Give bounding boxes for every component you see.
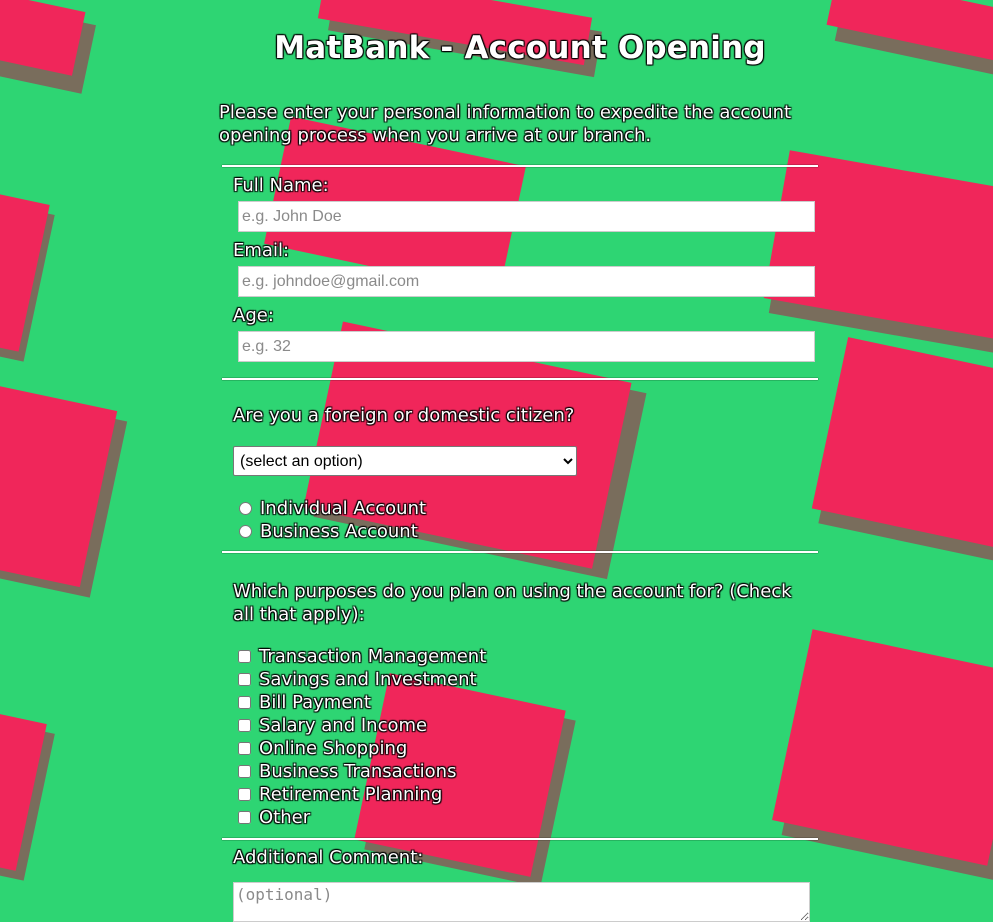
account-type-individual[interactable]: Individual Account (236, 497, 426, 520)
divider (222, 551, 818, 553)
account-opening-form: MatBank - Account Opening Please enter y… (0, 0, 993, 922)
purpose-checkbox[interactable] (238, 696, 251, 709)
divider (222, 378, 818, 380)
business-account-label: Business Account (260, 521, 418, 542)
purpose-transaction-management[interactable]: Transaction Management (235, 645, 486, 668)
purpose-retirement-planning[interactable]: Retirement Planning (235, 783, 442, 806)
purpose-checkbox[interactable] (238, 650, 251, 663)
full-name-input[interactable] (238, 201, 815, 232)
citizenship-select[interactable]: (select an option) (233, 446, 577, 476)
purpose-business-transactions[interactable]: Business Transactions (235, 760, 456, 783)
email-label: Email: (233, 240, 290, 261)
purposes-question: Which purposes do you plan on using the … (233, 581, 792, 625)
purpose-label: Salary and Income (259, 715, 428, 736)
purpose-online-shopping[interactable]: Online Shopping (235, 737, 407, 760)
purpose-checkbox[interactable] (238, 765, 251, 778)
divider (222, 165, 818, 167)
age-input[interactable] (238, 331, 815, 362)
purpose-label: Other (259, 807, 311, 828)
page-title: MatBank - Account Opening (274, 30, 766, 66)
purpose-checkbox[interactable] (238, 742, 251, 755)
individual-account-label: Individual Account (260, 498, 427, 519)
purpose-label: Retirement Planning (259, 784, 443, 805)
individual-account-radio[interactable] (239, 502, 252, 515)
citizenship-question: Are you a foreign or domestic citizen? (233, 405, 575, 426)
divider (222, 838, 818, 840)
purpose-label: Online Shopping (259, 738, 408, 759)
business-account-radio[interactable] (239, 525, 252, 538)
additional-comment-label: Additional Comment: (233, 847, 424, 868)
age-label: Age: (233, 305, 274, 326)
additional-comment-textarea[interactable] (233, 882, 810, 922)
purpose-other[interactable]: Other (235, 806, 310, 829)
purpose-label: Bill Payment (259, 692, 371, 713)
purpose-checkbox[interactable] (238, 811, 251, 824)
purpose-bill-payment[interactable]: Bill Payment (235, 691, 371, 714)
purpose-savings-and-investment[interactable]: Savings and Investment (235, 668, 477, 691)
account-type-business[interactable]: Business Account (236, 520, 418, 543)
intro-text: Please enter your personal information t… (219, 102, 792, 146)
full-name-label: Full Name: (233, 175, 329, 196)
purpose-checkbox[interactable] (238, 788, 251, 801)
purpose-label: Transaction Management (259, 646, 487, 667)
purpose-checkbox[interactable] (238, 673, 251, 686)
purpose-checkbox[interactable] (238, 719, 251, 732)
email-input[interactable] (238, 266, 815, 297)
purpose-label: Savings and Investment (259, 669, 477, 690)
purpose-label: Business Transactions (259, 761, 457, 782)
purpose-salary-and-income[interactable]: Salary and Income (235, 714, 427, 737)
